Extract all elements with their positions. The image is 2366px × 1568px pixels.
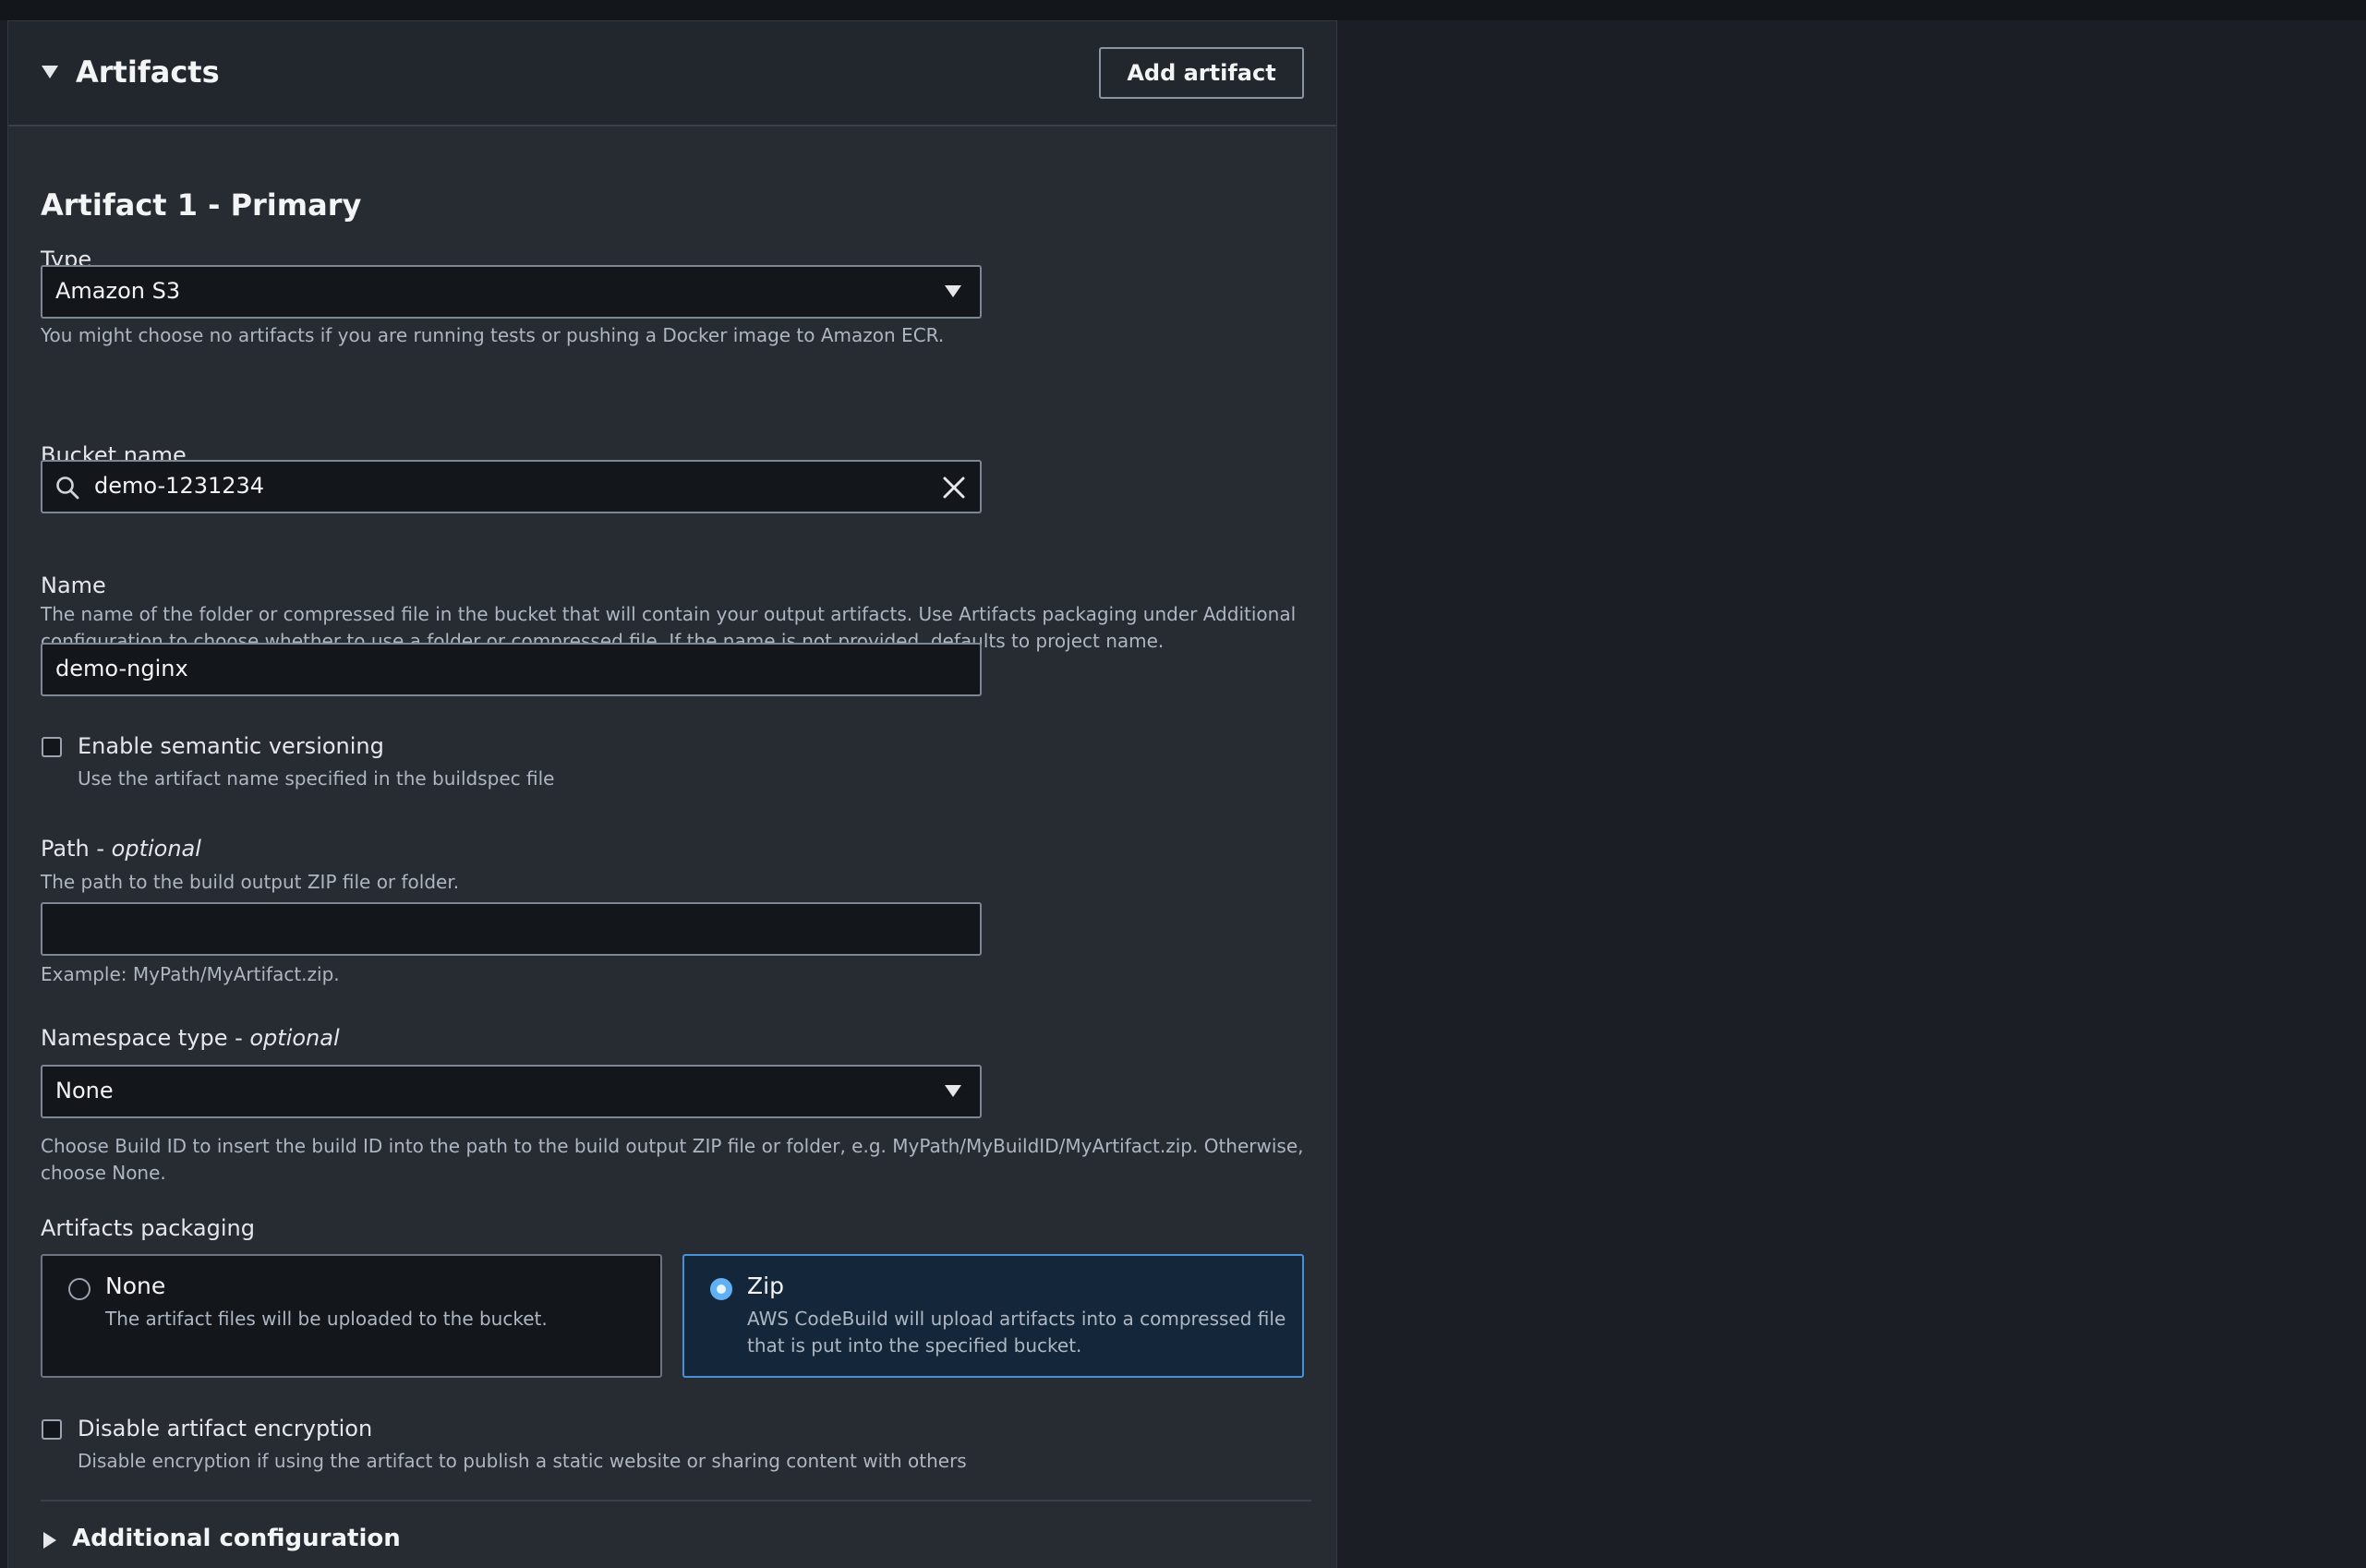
divider: [41, 1500, 1311, 1502]
disable-encryption-hint: Disable encryption if using the artifact…: [78, 1450, 967, 1472]
type-hint: You might choose no artifacts if you are…: [41, 324, 945, 346]
disable-encryption-label[interactable]: Disable artifact encryption: [78, 1416, 372, 1441]
close-icon[interactable]: [941, 475, 967, 501]
disable-encryption-checkbox[interactable]: [42, 1419, 62, 1440]
radio-zip[interactable]: [710, 1278, 732, 1300]
packaging-none-desc: The artifact files will be uploaded to t…: [105, 1308, 548, 1330]
packaging-option-zip[interactable]: Zip AWS CodeBuild will upload artifacts …: [682, 1254, 1304, 1378]
artifacts-panel: Artifacts Add artifact Artifact 1 - Prim…: [7, 20, 1337, 1568]
additional-configuration-toggle[interactable]: Additional configuration: [72, 1525, 401, 1552]
search-icon: [56, 476, 79, 500]
namespace-type-value: None: [55, 1078, 114, 1104]
bucket-name-value: demo-1231234: [94, 473, 265, 499]
chevron-down-icon: [945, 1085, 961, 1097]
add-artifact-button[interactable]: Add artifact: [1099, 47, 1304, 99]
collapse-caret-icon[interactable]: [42, 66, 58, 78]
panel-header: Artifacts Add artifact: [8, 21, 1336, 127]
path-input[interactable]: [41, 902, 982, 956]
name-input[interactable]: demo-nginx: [41, 643, 982, 696]
panel-title[interactable]: Artifacts: [76, 54, 220, 90]
name-input-value: demo-nginx: [55, 656, 188, 681]
semantic-versioning-checkbox[interactable]: [42, 737, 62, 757]
namespace-type-label: Namespace type - optional: [41, 1025, 340, 1051]
semantic-versioning-hint: Use the artifact name specified in the b…: [78, 767, 555, 790]
packaging-none-label: None: [105, 1272, 166, 1299]
path-hint: The path to the build output ZIP file or…: [41, 871, 460, 893]
radio-none[interactable]: [68, 1278, 91, 1300]
packaging-zip-label: Zip: [747, 1272, 784, 1299]
packaging-zip-desc: AWS CodeBuild will upload artifacts into…: [747, 1308, 1286, 1357]
artifact-heading: Artifact 1 - Primary: [41, 187, 362, 223]
expand-caret-icon[interactable]: [43, 1532, 56, 1549]
artifacts-packaging-label: Artifacts packaging: [41, 1215, 255, 1241]
name-label: Name: [41, 573, 106, 598]
path-label: Path - optional: [41, 836, 201, 862]
top-bar: [0, 0, 2366, 20]
namespace-type-select[interactable]: None: [41, 1065, 982, 1118]
bucket-name-input[interactable]: demo-1231234: [41, 460, 982, 513]
type-select-value: Amazon S3: [55, 278, 181, 304]
packaging-option-none[interactable]: None The artifact files will be uploaded…: [41, 1254, 662, 1378]
chevron-down-icon: [945, 285, 961, 297]
namespace-type-hint: Choose Build ID to insert the build ID i…: [41, 1135, 1304, 1184]
path-example: Example: MyPath/MyArtifact.zip.: [41, 963, 340, 985]
semantic-versioning-label[interactable]: Enable semantic versioning: [78, 733, 384, 759]
type-select[interactable]: Amazon S3: [41, 265, 982, 319]
